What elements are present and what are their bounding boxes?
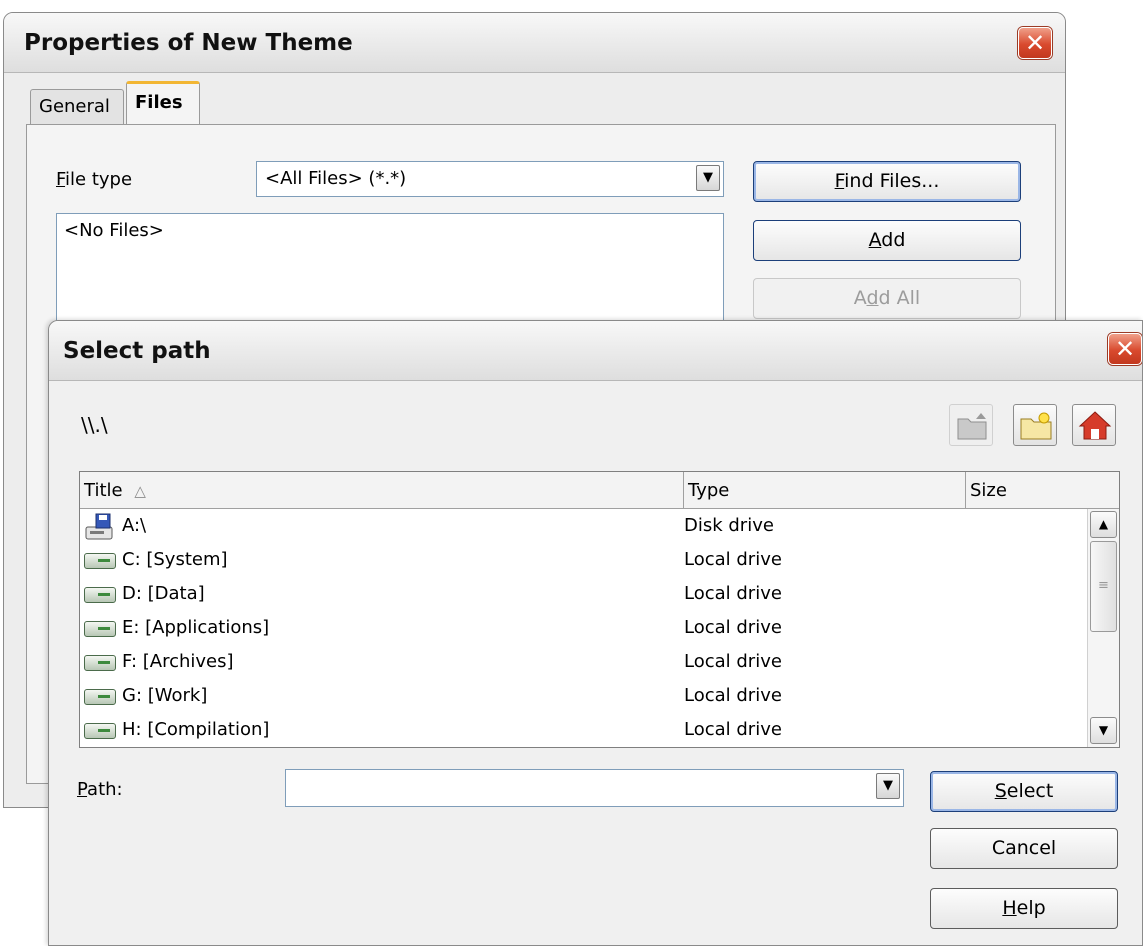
dialog-title: Select path: [63, 338, 211, 364]
new-folder-icon: [1020, 412, 1052, 440]
find-files-button[interactable]: Find Files...: [753, 161, 1021, 202]
path-combo[interactable]: ▼: [285, 769, 904, 807]
row-type: Local drive: [684, 583, 782, 604]
folder-up-icon: [957, 413, 987, 440]
row-title: D: [Data]: [122, 583, 205, 604]
hard-drive-icon: [84, 655, 116, 671]
titlebar: Select path ✕: [49, 321, 1142, 381]
row-type: Local drive: [684, 685, 782, 706]
hard-drive-icon: [84, 621, 116, 637]
table-row[interactable]: C: [System] Local drive: [80, 543, 1086, 577]
table-row[interactable]: E: [Applications] Local drive: [80, 611, 1086, 645]
file-type-value: <All Files> (*.*): [265, 168, 407, 189]
column-header-title[interactable]: Title △: [80, 472, 684, 508]
tab-files[interactable]: Files: [126, 81, 200, 126]
chevron-down-icon: ▼: [1098, 723, 1109, 737]
path-label: Path:: [77, 779, 123, 800]
folder-up-button[interactable]: [949, 404, 993, 446]
chevron-up-icon: ▲: [1098, 517, 1109, 531]
tab-general[interactable]: General: [30, 89, 124, 125]
row-title: C: [System]: [122, 549, 228, 570]
home-icon: [1078, 411, 1112, 440]
new-folder-button[interactable]: [1013, 404, 1057, 446]
table-row[interactable]: G: [Work] Local drive: [80, 679, 1086, 713]
help-button[interactable]: Help: [930, 888, 1118, 929]
hard-drive-icon: [84, 553, 116, 569]
close-button[interactable]: ✕: [1108, 333, 1142, 365]
file-type-label: File type: [56, 169, 133, 190]
table-row[interactable]: H: [Compilation] Local drive: [80, 713, 1086, 747]
row-type: Disk drive: [684, 515, 774, 536]
hard-drive-icon: [84, 723, 116, 739]
scroll-down-button[interactable]: ▼: [1090, 717, 1117, 744]
hard-drive-icon: [84, 587, 116, 603]
table-header: Title △ Type Size: [80, 472, 1119, 509]
close-icon: ✕: [1114, 335, 1136, 363]
column-header-type[interactable]: Type: [684, 472, 966, 508]
add-button[interactable]: Add: [753, 220, 1021, 261]
titlebar: Properties of New Theme ✕: [4, 13, 1065, 73]
column-header-size[interactable]: Size: [966, 472, 1119, 508]
row-title: E: [Applications]: [122, 617, 270, 638]
table-row[interactable]: D: [Data] Local drive: [80, 577, 1086, 611]
cancel-button[interactable]: Cancel: [930, 828, 1118, 869]
row-type: Local drive: [684, 617, 782, 638]
current-path-display: \\.\: [81, 413, 108, 437]
row-title: F: [Archives]: [122, 651, 234, 672]
add-all-button[interactable]: Add All: [753, 278, 1021, 319]
row-title: H: [Compilation]: [122, 719, 270, 740]
select-path-dialog: Select path ✕ \\.\ Title △ Type Size A:\…: [48, 320, 1143, 946]
floppy-drive-icon: [85, 513, 113, 540]
table-row[interactable]: F: [Archives] Local drive: [80, 645, 1086, 679]
scrollbar-thumb[interactable]: ≡: [1090, 541, 1117, 632]
close-button[interactable]: ✕: [1018, 27, 1052, 59]
hard-drive-icon: [84, 689, 116, 705]
row-type: Local drive: [684, 719, 782, 740]
row-type: Local drive: [684, 549, 782, 570]
select-button[interactable]: Select: [930, 771, 1118, 812]
chevron-down-icon[interactable]: ▼: [876, 773, 900, 799]
row-type: Local drive: [684, 651, 782, 672]
chevron-down-icon[interactable]: ▼: [696, 165, 720, 191]
row-title: A:\: [122, 515, 147, 536]
table-row[interactable]: A:\ Disk drive: [80, 509, 1086, 543]
close-icon: ✕: [1024, 29, 1046, 57]
vertical-scrollbar[interactable]: ▲ ≡ ▼: [1087, 509, 1119, 747]
file-list-empty-text: <No Files>: [64, 220, 164, 241]
scroll-up-button[interactable]: ▲: [1090, 511, 1117, 538]
drive-table[interactable]: Title △ Type Size A:\ Disk drive C: [Sys…: [79, 471, 1120, 748]
dialog-title: Properties of New Theme: [24, 30, 353, 56]
file-type-select[interactable]: <All Files> (*.*) ▼: [256, 161, 724, 197]
row-title: G: [Work]: [122, 685, 208, 706]
home-button[interactable]: [1072, 404, 1116, 446]
sort-ascending-icon: △: [134, 482, 146, 500]
